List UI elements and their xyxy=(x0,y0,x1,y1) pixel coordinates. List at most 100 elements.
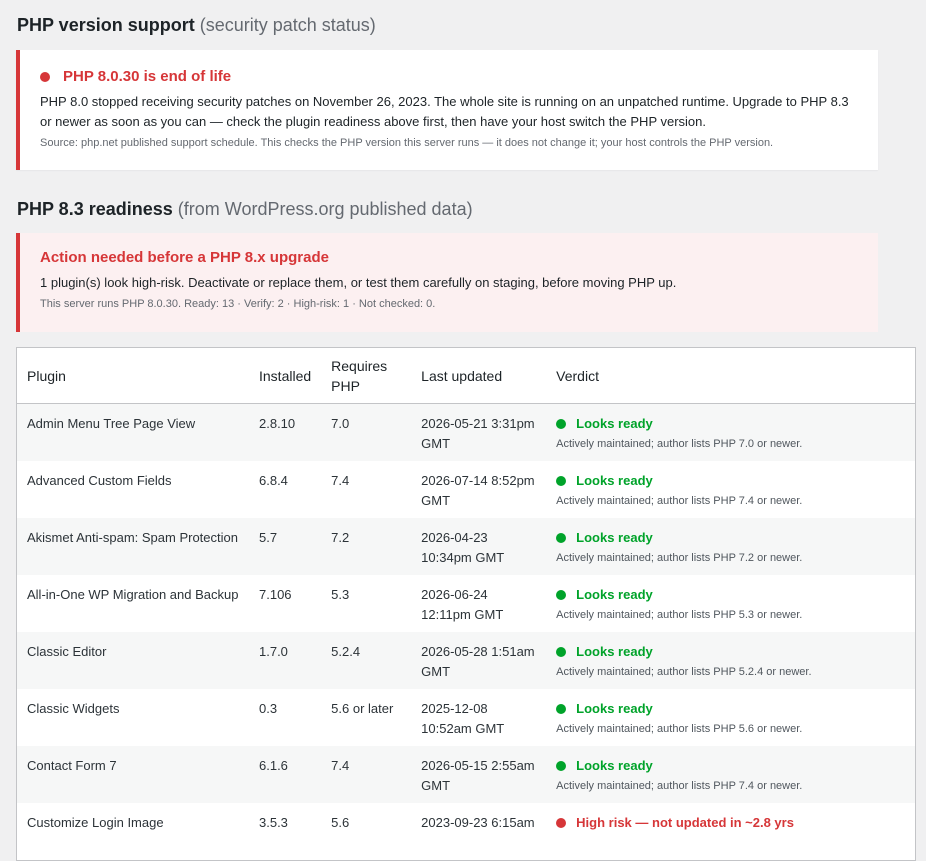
table-row: Advanced Custom Fields 6.8.4 7.4 2026-07-14… xyxy=(17,461,916,518)
last-updated: 2026-06-24 12:11pm GMT xyxy=(421,587,504,622)
last-updated: 2026-05-21 3:31pm GMT xyxy=(411,403,547,461)
readiness-subtitle: (from WordPress.org published data) xyxy=(177,199,473,219)
last-updated: 2026-07-14 8:52pm GMT xyxy=(421,473,535,508)
verdict-cell: Looks ready Actively maintained; author l… xyxy=(546,518,916,575)
eol-notice: PHP 8.0.30 is end of life PHP 8.0 stoppe… xyxy=(16,50,878,170)
last-updated: 2026-05-15 2:55am GMT xyxy=(411,746,547,803)
status-dot-icon xyxy=(40,71,50,82)
verdict-status: Looks ready xyxy=(556,528,905,548)
verdict-status: Looks ready xyxy=(556,642,905,662)
col-installed: Installed xyxy=(249,347,322,404)
table-row: Contact Form 7 6.1.6 7.4 2026-05-15 2:55am … xyxy=(16,746,916,803)
readiness-notice-title: Action needed before a PHP 8.x upgrade xyxy=(40,249,329,266)
verdict-note: Actively maintained; author lists PHP 5.… xyxy=(556,666,812,678)
status-dot-icon xyxy=(556,818,567,828)
installed-version: 3.5.3 xyxy=(259,815,288,830)
verdict-label: Looks ready xyxy=(576,530,653,545)
verdict-note: Actively maintained; author lists PHP 7.… xyxy=(556,552,803,564)
verdict-note: Actively maintained; author lists PHP 5.… xyxy=(556,723,803,735)
verdict-cell: High risk — not updated in ~2.8 yrs xyxy=(546,803,915,861)
requires-php: 7.0 xyxy=(321,403,412,461)
verdict-cell: Looks ready Actively maintained; author l… xyxy=(546,632,916,689)
table-header-row: Plugin Installed Requires PHP Last updat… xyxy=(16,347,916,404)
requires-php: 5.3 xyxy=(331,587,350,602)
readiness-summary: This server runs PHP 8.0.30. Ready: 13 ·… xyxy=(40,298,436,310)
col-last-updated: Last updated xyxy=(411,347,547,404)
verdict-label: Looks ready xyxy=(576,758,653,773)
installed-version: 1.7.0 xyxy=(249,632,322,689)
verdict-label: Looks ready xyxy=(576,473,653,488)
table-row: Classic Widgets 0.3 5.6 or later 2025-12-08… xyxy=(17,689,916,746)
installed-version: 5.7 xyxy=(249,518,322,575)
status-dot-icon xyxy=(556,647,567,657)
plugin-name: Admin Menu Tree Page View xyxy=(16,403,249,461)
php-support-subtitle: (security patch status) xyxy=(199,15,376,35)
requires-php: 7.4 xyxy=(321,746,412,803)
table-row: All-in-One WP Migration and Backup 7.106 5… xyxy=(17,575,916,632)
verdict-cell: Looks ready Actively maintained; author l… xyxy=(546,746,916,803)
requires-php: 5.2.4 xyxy=(321,632,412,689)
verdict-note: Actively maintained; author lists PHP 7.… xyxy=(556,780,803,792)
col-requires-php: Requires PHP xyxy=(321,347,412,404)
verdict-note: Actively maintained; author lists PHP 5.… xyxy=(556,609,803,621)
last-updated: 2026-04-23 10:34pm GMT xyxy=(411,518,547,575)
table-row: Admin Menu Tree Page View 2.8.10 7.0 2026-0… xyxy=(16,403,916,461)
verdict-status: Looks ready xyxy=(556,699,905,719)
verdict-label: High risk — not updated in ~2.8 yrs xyxy=(576,815,794,830)
status-dot-icon xyxy=(556,419,567,429)
requires-php: 7.2 xyxy=(321,518,412,575)
readiness-heading: PHP 8.3 readiness (from WordPress.org pu… xyxy=(17,199,473,220)
status-dot-icon xyxy=(556,761,567,771)
status-dot-icon xyxy=(556,590,567,600)
verdict-status: Looks ready xyxy=(556,585,905,605)
last-updated: 2026-05-28 1:51am GMT xyxy=(411,632,547,689)
plugin-name: All-in-One WP Migration and Backup xyxy=(27,587,239,602)
verdict-status: Looks ready xyxy=(556,471,905,491)
col-verdict: Verdict xyxy=(546,347,916,404)
readiness-title: PHP 8.3 readiness xyxy=(17,199,173,219)
verdict-cell: Looks ready Actively maintained; author l… xyxy=(546,689,915,746)
table-row: Akismet Anti-spam: Spam Protection 5.7 7.2… xyxy=(16,518,916,575)
plugin-name: Advanced Custom Fields xyxy=(27,473,172,488)
verdict-cell: Looks ready Actively maintained; author l… xyxy=(546,575,915,632)
plugin-name: Classic Widgets xyxy=(27,701,120,716)
verdict-cell: Looks ready Actively maintained; author l… xyxy=(546,403,916,461)
plugin-name: Customize Login Image xyxy=(27,815,164,830)
php-support-title: PHP version support xyxy=(17,15,195,35)
requires-php: 5.6 xyxy=(331,815,350,830)
installed-version: 7.106 xyxy=(259,587,292,602)
plugin-name: Classic Editor xyxy=(16,632,249,689)
plugin-name: Contact Form 7 xyxy=(16,746,249,803)
verdict-status: Looks ready xyxy=(556,414,905,434)
verdict-note: Actively maintained; author lists PHP 7.… xyxy=(556,438,803,450)
table-row: Customize Login Image 3.5.3 5.6 2023-09-23 … xyxy=(17,803,916,861)
verdict-label: Looks ready xyxy=(576,587,653,602)
eol-notice-source: Source: php.net published support schedu… xyxy=(40,137,774,149)
verdict-status: High risk — not updated in ~2.8 yrs xyxy=(556,813,905,833)
table-row: Classic Editor 1.7.0 5.2.4 2026-05-28 1:51a… xyxy=(16,632,916,689)
verdict-note: Actively maintained; author lists PHP 7.… xyxy=(556,495,803,507)
eol-notice-title: PHP 8.0.30 is end of life xyxy=(40,68,858,85)
verdict-label: Looks ready xyxy=(576,644,653,659)
php-support-heading: PHP version support (security patch stat… xyxy=(17,15,376,36)
requires-php: 7.4 xyxy=(331,473,350,488)
last-updated: 2023-09-23 6:15am xyxy=(421,815,535,830)
verdict-cell: Looks ready Actively maintained; author l… xyxy=(546,461,915,518)
eol-notice-body: PHP 8.0 stopped receiving security patch… xyxy=(40,94,849,129)
verdict-status: Looks ready xyxy=(556,756,905,776)
plugin-readiness-table: Plugin Installed Requires PHP Last updat… xyxy=(16,347,916,861)
readiness-notice: Action needed before a PHP 8.x upgrade 1… xyxy=(16,233,878,332)
status-dot-icon xyxy=(556,704,567,714)
col-plugin: Plugin xyxy=(16,347,249,404)
status-dot-icon xyxy=(556,533,567,543)
verdict-label: Looks ready xyxy=(576,701,653,716)
eol-title-text: PHP 8.0.30 is end of life xyxy=(63,68,232,85)
last-updated: 2025-12-08 10:52am GMT xyxy=(421,701,505,736)
installed-version: 6.1.6 xyxy=(249,746,322,803)
requires-php: 5.6 or later xyxy=(331,701,394,716)
status-dot-icon xyxy=(556,476,567,486)
installed-version: 0.3 xyxy=(259,701,278,716)
readiness-notice-body: 1 plugin(s) look high-risk. Deactivate o… xyxy=(40,275,677,290)
verdict-label: Looks ready xyxy=(576,416,653,431)
installed-version: 6.8.4 xyxy=(259,473,288,488)
